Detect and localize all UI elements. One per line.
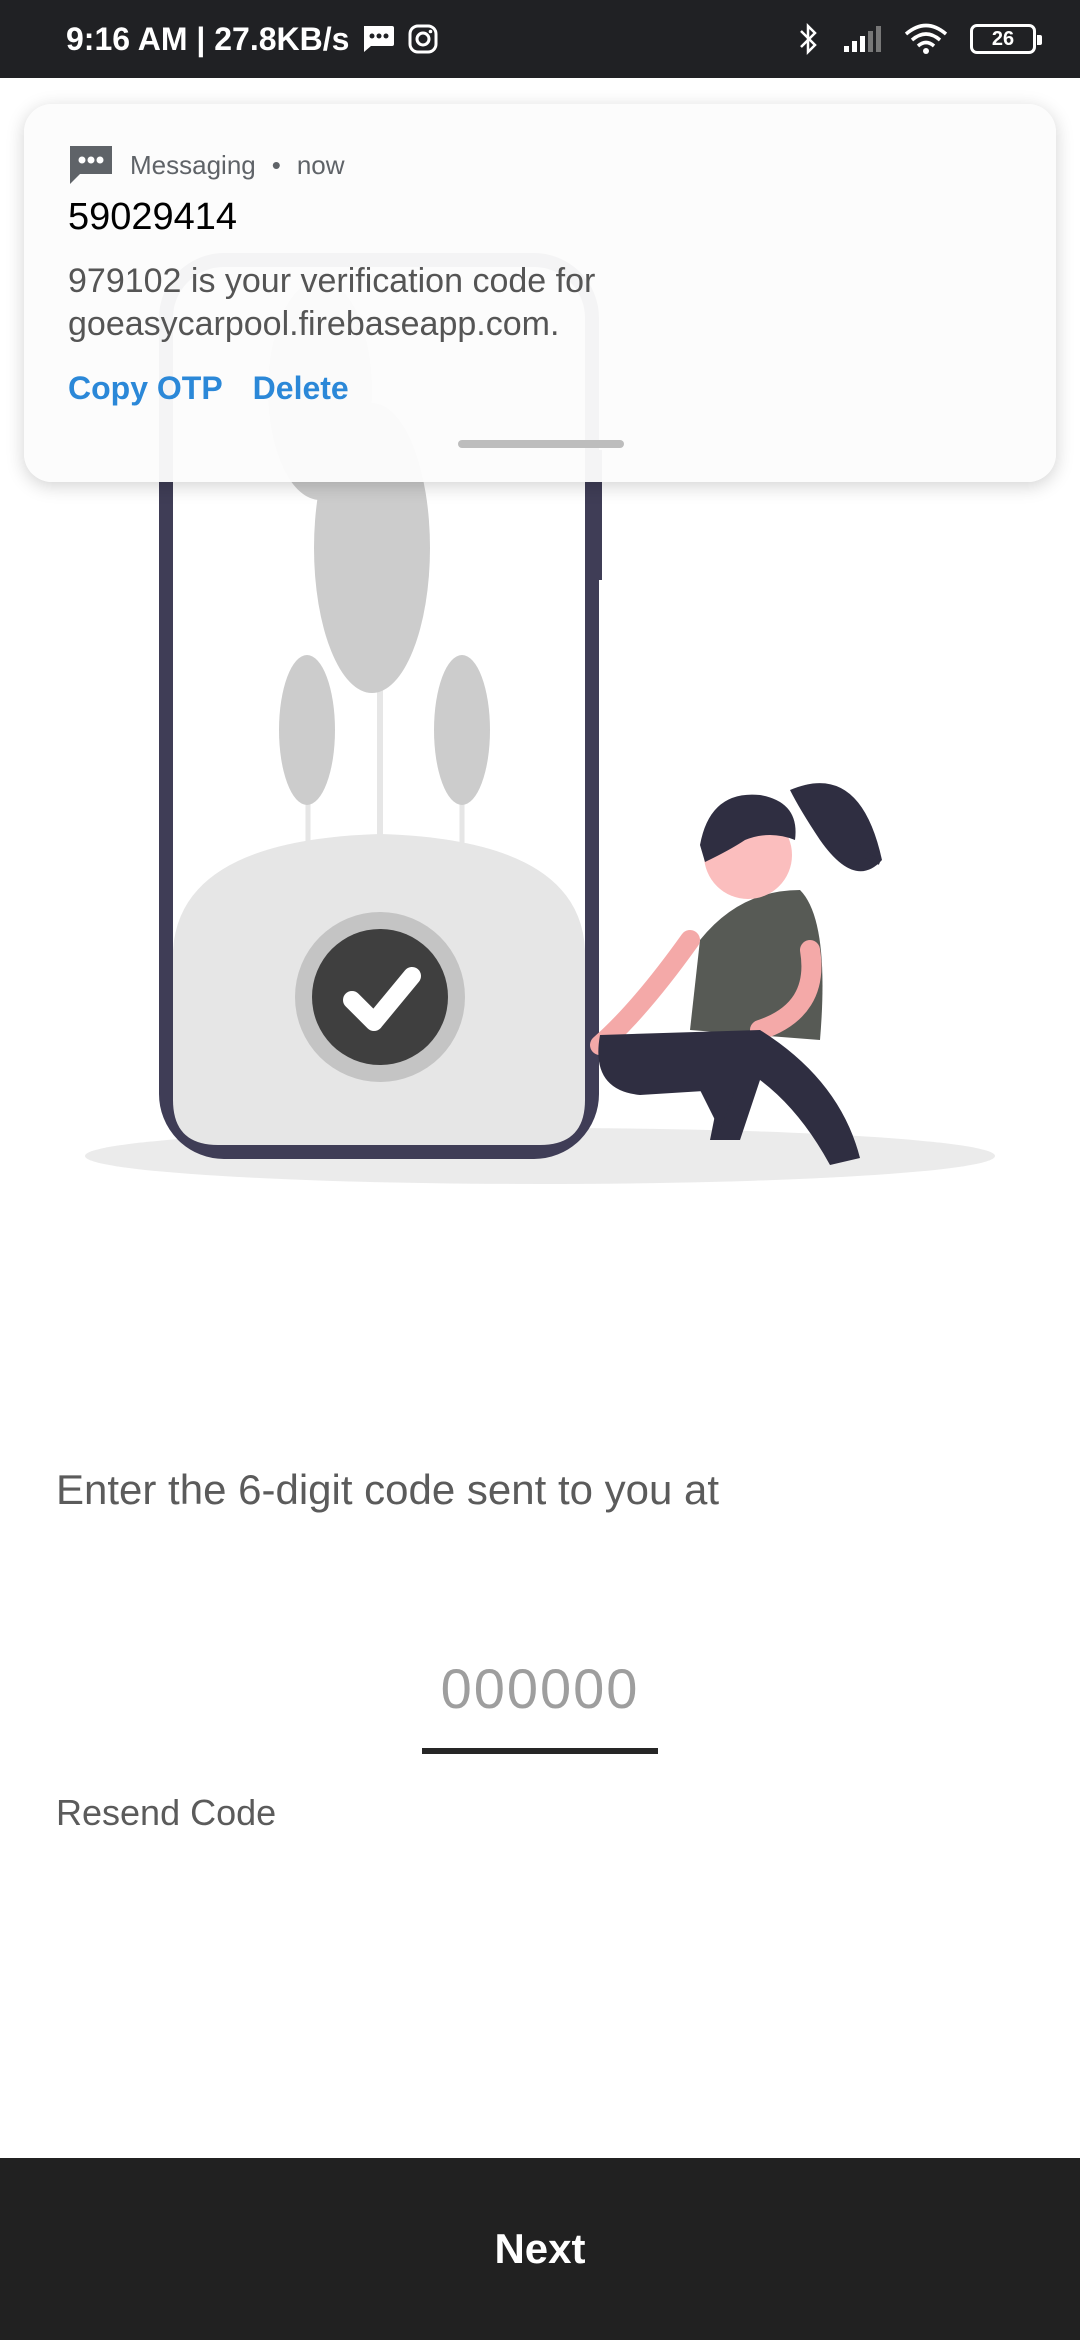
notification-separator: •: [271, 149, 281, 180]
leaf-left: [279, 655, 335, 805]
messaging-icon: [68, 144, 114, 186]
next-button[interactable]: Next: [0, 2158, 1080, 2340]
notification-message: 979102 is your verification code for goe…: [68, 262, 596, 343]
resend-code-link[interactable]: Resend Code: [56, 1792, 276, 1834]
notification-app-name: Messaging: [130, 149, 256, 180]
status-bar: 9:16 AM | 27.8KB/s 26: [0, 0, 1080, 78]
leaf-right: [434, 655, 490, 805]
woman-figure: [590, 783, 882, 1165]
status-left: 9:16 AM | 27.8KB/s: [66, 21, 439, 58]
bluetooth-icon: [798, 22, 820, 56]
messaging-icon: [361, 24, 395, 54]
next-button-label: Next: [494, 2225, 586, 2272]
sms-notification[interactable]: Messaging • now 59029414 979102 is your …: [24, 104, 1056, 482]
notification-time: now: [296, 149, 345, 180]
signal-icon: [842, 24, 882, 54]
notification-actions: Copy OTP Delete: [68, 370, 349, 407]
code-prompt: Enter the 6-digit code sent to you at: [56, 1466, 720, 1513]
delete-button[interactable]: Delete: [253, 370, 349, 407]
copy-otp-button[interactable]: Copy OTP: [68, 370, 223, 407]
status-right: 26: [798, 22, 1042, 56]
battery-icon: 26: [970, 24, 1042, 54]
notification-sender: 59029414: [68, 196, 238, 238]
notification-drag-handle[interactable]: [458, 440, 624, 448]
wifi-icon: [904, 23, 948, 55]
battery-level: 26: [991, 27, 1015, 50]
check-circle: [312, 929, 448, 1065]
verification-code-input[interactable]: [422, 1648, 658, 1728]
notification-header: Messaging • now: [68, 144, 345, 186]
instagram-icon: [407, 23, 439, 55]
code-input-underline: [422, 1748, 658, 1754]
status-time-speed: 9:16 AM | 27.8KB/s: [66, 20, 350, 57]
